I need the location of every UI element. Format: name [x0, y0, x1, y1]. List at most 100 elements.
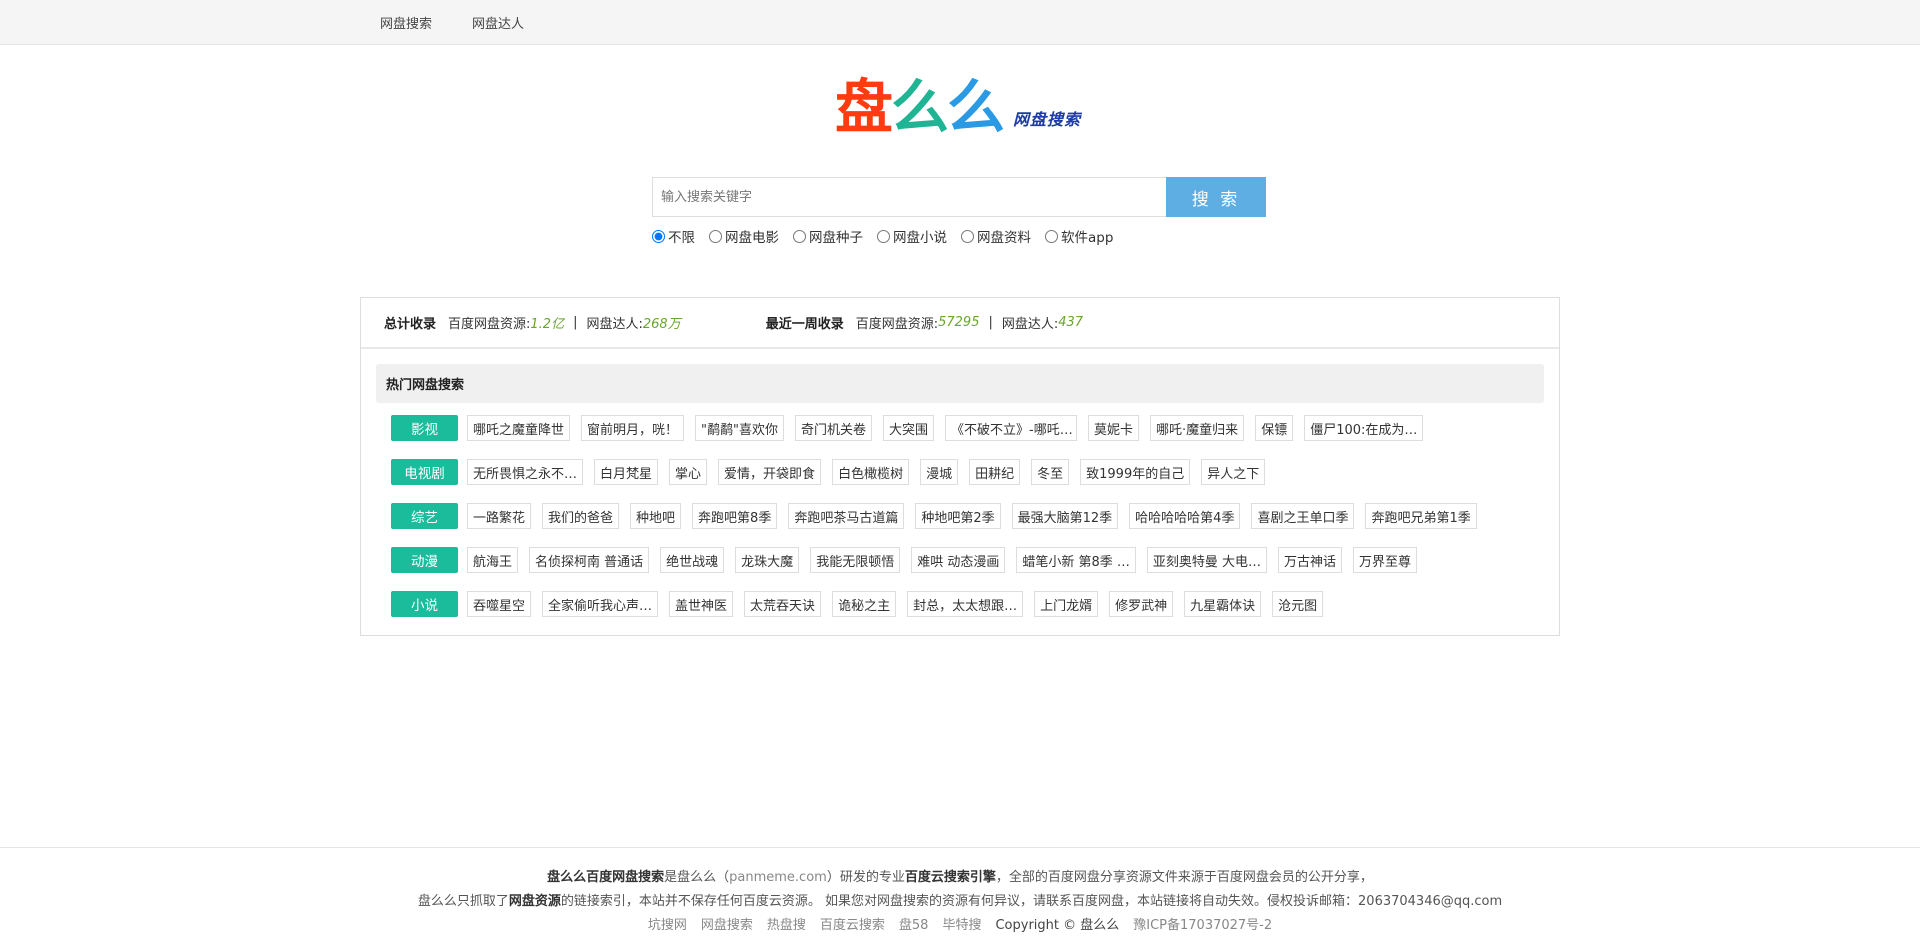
hot-tag[interactable]: 难哄 动态漫画 [911, 547, 1006, 573]
radio-label: 网盘电影 [725, 230, 779, 246]
radio-docs[interactable] [961, 229, 974, 243]
hot-tag[interactable]: 白色橄榄树 [832, 459, 910, 485]
hot-tag[interactable]: 一路繁花 [467, 503, 532, 529]
hot-tag[interactable]: 修罗武神 [1109, 591, 1174, 617]
footer-line-1: 盘么么百度网盘搜索是盘么么（panmeme.com）研发的专业百度云搜索引擎，全… [0, 866, 1920, 885]
hot-tag[interactable]: 异人之下 [1201, 459, 1266, 485]
radio-label: 软件app [1061, 230, 1114, 246]
hot-tag[interactable]: 莫妮卡 [1088, 415, 1140, 441]
radio-all[interactable] [652, 229, 665, 243]
radio-novel[interactable] [877, 229, 890, 243]
footer-text: 是盘么么（ [664, 870, 730, 885]
hot-tag[interactable]: 白月梵星 [594, 459, 659, 485]
hot-tag[interactable]: 奔跑吧茶马古道篇 [788, 503, 905, 529]
footer-engine: 百度云搜索引擎 [904, 870, 996, 885]
hot-tag[interactable]: 田耕纪 [969, 459, 1021, 485]
hot-tag[interactable]: 致1999年的自己 [1080, 459, 1191, 485]
hot-tag[interactable]: 种地吧第2季 [915, 503, 1001, 529]
hot-tag[interactable]: 万古神话 [1278, 547, 1343, 573]
hot-tag[interactable]: 掌心 [669, 459, 708, 485]
hot-tag[interactable]: 《不破不立》-哪吒… [945, 415, 1078, 441]
total-label: 总计收录 [384, 317, 437, 332]
footer-link[interactable]: 百度云搜索 [820, 918, 885, 933]
hot-tag[interactable]: 龙珠大魔 [735, 547, 800, 573]
stat-separator: | [988, 315, 993, 330]
footer-brand: 盘么么百度网盘搜索 [547, 870, 665, 885]
search-type-novel[interactable]: 网盘小说 [877, 226, 947, 246]
hot-tag[interactable]: 僵尸100:在成为… [1304, 415, 1424, 441]
category-badge[interactable]: 影视 [391, 415, 458, 441]
search-button[interactable]: 搜 索 [1166, 177, 1266, 217]
hot-tag[interactable]: 亚刻奥特曼 大电… [1146, 547, 1268, 573]
hot-tag[interactable]: 名侦探柯南 普通话 [529, 547, 650, 573]
hot-tag[interactable]: 最强大脑第12季 [1011, 503, 1119, 529]
logo-subtitle: 网盘搜索 [1013, 110, 1082, 129]
week-res-label: 百度网盘资源: [855, 317, 939, 332]
nav-link-search[interactable]: 网盘搜索 [380, 13, 432, 32]
hot-tag[interactable]: 喜剧之王单口季 [1251, 503, 1355, 529]
hot-tag[interactable]: 保镖 [1255, 415, 1294, 441]
search-type-all[interactable]: 不限 [652, 226, 695, 246]
footer-domain: panmeme.com [729, 870, 827, 885]
hot-tag[interactable]: 九星霸体诀 [1184, 591, 1262, 617]
hot-row: 影视 哪吒之魔童降世 窗前明月，咣！ "鹬鹬"喜欢你 奇门机关卷 大突围 《不破不立》-哪吒… [391, 415, 1488, 441]
hot-tag[interactable]: 我们的爸爸 [542, 503, 620, 529]
category-badge[interactable]: 电视剧 [391, 459, 458, 485]
hot-tag[interactable]: 我能无限顿悟 [810, 547, 901, 573]
week-stats: 最近一周收录 百度网盘资源: 57295 | 网盘达人: 437 [766, 313, 1083, 332]
search-input[interactable] [652, 177, 1166, 217]
footer-link[interactable]: 热盘搜 [767, 918, 806, 933]
total-res-label: 百度网盘资源: [448, 317, 531, 332]
footer-text: 盘么么只抓取了 [417, 894, 509, 909]
hot-tag[interactable]: 冬至 [1031, 459, 1070, 485]
hot-tag[interactable]: 沧元图 [1272, 591, 1324, 617]
top-nav-inner: 网盘搜索 网盘达人 [380, 0, 524, 45]
hot-tag[interactable]: 哪吒之魔童降世 [467, 415, 571, 441]
search-type-app[interactable]: 软件app [1045, 226, 1113, 246]
hot-tag[interactable]: 奇门机关卷 [795, 415, 873, 441]
hot-tag[interactable]: "鹬鹬"喜欢你 [695, 415, 784, 441]
week-user-value: 437 [1058, 315, 1084, 330]
hot-tag[interactable]: 蜡笔小新 第8季 … [1016, 547, 1136, 573]
hot-tag[interactable]: 太荒吞天诀 [744, 591, 822, 617]
footer-line-2: 盘么么只抓取了网盘资源的链接索引，本站并不保存任何百度云资源。 如果您对网盘搜索… [0, 890, 1920, 909]
hot-tag[interactable]: 吞噬星空 [467, 591, 532, 617]
hot-tag[interactable]: 漫城 [920, 459, 959, 485]
category-badge[interactable]: 综艺 [391, 503, 458, 529]
hot-tag[interactable]: 种地吧 [630, 503, 682, 529]
hot-tag[interactable]: 哪吒·魔童归来 [1150, 415, 1245, 441]
hot-tag[interactable]: 奔跑吧兄弟第1季 [1365, 503, 1477, 529]
hot-tag[interactable]: 诡秘之主 [832, 591, 897, 617]
search-type-movie[interactable]: 网盘电影 [709, 226, 779, 246]
footer-link[interactable]: 坑搜网 [648, 918, 687, 933]
radio-app[interactable] [1045, 229, 1058, 243]
footer-link[interactable]: 盘58 [899, 918, 929, 933]
hot-tag[interactable]: 封总，太太想跟… [907, 591, 1024, 617]
icp-link[interactable]: 豫ICP备17037027号-2 [1133, 918, 1272, 933]
footer-link[interactable]: 毕特搜 [942, 918, 981, 933]
total-res-value: 1.2亿 [530, 317, 565, 332]
radio-torrent[interactable] [793, 229, 806, 243]
footer-text: 的链接索引，本站并不保存任何百度云资源。 如果您对网盘搜索的资源有何异议，请联系… [560, 894, 1503, 909]
hot-tag[interactable]: 上门龙婿 [1034, 591, 1099, 617]
hot-tag[interactable]: 全家偷听我心声… [542, 591, 659, 617]
hot-tag[interactable]: 无所畏惧之永不… [467, 459, 584, 485]
hot-tag[interactable]: 哈哈哈哈哈第4季 [1129, 503, 1241, 529]
footer-link[interactable]: 网盘搜索 [701, 918, 753, 933]
category-badge[interactable]: 小说 [391, 591, 458, 617]
hot-tag[interactable]: 爱情，开袋即食 [718, 459, 822, 485]
site-logo[interactable]: 盘 么 么 网盘搜索 [835, 76, 1081, 136]
hot-tag[interactable]: 绝世战魂 [660, 547, 725, 573]
hot-tag[interactable]: 窗前明月，咣！ [581, 415, 685, 441]
category-badge[interactable]: 动漫 [391, 547, 458, 573]
nav-link-experts[interactable]: 网盘达人 [472, 13, 524, 32]
hot-tag[interactable]: 奔跑吧第8季 [692, 503, 778, 529]
week-user-label: 网盘达人: [1001, 317, 1059, 332]
hot-tag[interactable]: 航海王 [467, 547, 519, 573]
hot-tag[interactable]: 大突围 [883, 415, 935, 441]
search-type-docs[interactable]: 网盘资料 [961, 226, 1031, 246]
hot-tag[interactable]: 盖世神医 [669, 591, 734, 617]
radio-movie[interactable] [709, 229, 722, 243]
hot-tag[interactable]: 万界至尊 [1353, 547, 1418, 573]
search-type-torrent[interactable]: 网盘种子 [793, 226, 863, 246]
